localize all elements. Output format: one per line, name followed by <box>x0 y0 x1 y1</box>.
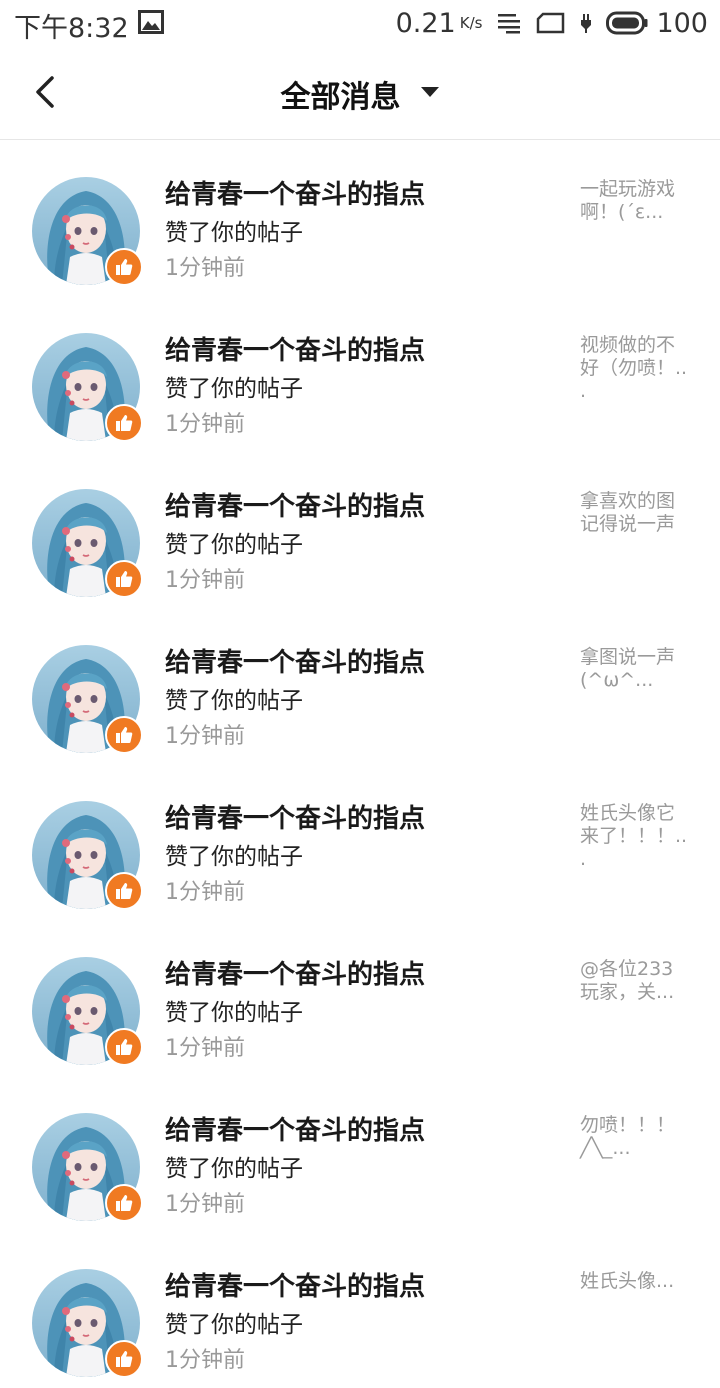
avatar-wrap <box>32 1113 143 1222</box>
charging-icon <box>580 12 592 34</box>
message-time: 1分钟前 <box>165 412 245 437</box>
post-preview: 视频做的不好（勿喷！.. . <box>580 334 688 402</box>
message-action: 赞了你的帖子 <box>165 220 303 246</box>
message-time: 1分钟前 <box>165 1192 245 1217</box>
thumbs-up-icon <box>105 404 143 442</box>
sender-name: 给青春一个奋斗的指点 <box>165 336 426 366</box>
status-time: 下午8:32 <box>14 13 129 44</box>
thumbs-up-icon <box>105 248 143 286</box>
avatar-wrap <box>32 489 143 598</box>
message-time: 1分钟前 <box>165 880 245 905</box>
thumbs-up-icon <box>105 872 143 910</box>
sender-name: 给青春一个奋斗的指点 <box>165 180 426 210</box>
message-time: 1分钟前 <box>165 256 245 281</box>
message-list: 给青春一个奋斗的指点 赞了你的帖子 1分钟前 一起玩游戏啊！(´ε... 给青春一个奋… <box>0 140 720 1388</box>
message-time: 1分钟前 <box>165 1348 245 1373</box>
message-item[interactable]: 给青春一个奋斗的指点赞了你的帖子 1分钟前 拿图说一声(^ω^... <box>0 608 720 764</box>
post-preview: 拿喜欢的图记得说一声 <box>580 490 676 535</box>
message-item[interactable]: 给青春一个奋斗的指点赞了你的帖子 1分钟前 勿喷！！！ ╱╲_... <box>0 1076 720 1232</box>
avatar-wrap <box>32 1269 143 1378</box>
post-preview: 勿喷！！！ ╱╲_... <box>580 1114 676 1159</box>
message-filter-dropdown[interactable]: 全部消息 <box>0 72 720 116</box>
post-preview: @各位233玩家，关... <box>580 958 675 1003</box>
message-item[interactable]: 给青春一个奋斗的指点赞了你的帖子 1分钟前 @各位233玩家，关... <box>0 920 720 1076</box>
message-action: 赞了你的帖子 <box>165 1312 303 1338</box>
page-title: 全部消息 <box>280 80 401 115</box>
message-action: 赞了你的帖子 <box>165 844 303 870</box>
sender-name: 给青春一个奋斗的指点 <box>165 960 426 990</box>
message-item[interactable]: 给青春一个奋斗的指点赞了你的帖子 1分钟前 视频做的不好（勿喷！.. . <box>0 296 720 452</box>
thumbs-up-icon <box>105 1184 143 1222</box>
caret-down-icon <box>420 84 440 103</box>
sender-name: 给青春一个奋斗的指点 <box>165 648 426 678</box>
message-item[interactable]: 给青春一个奋斗的指点赞了你的帖子 1分钟前 姓氏头像... <box>0 1232 720 1388</box>
message-item[interactable]: 给青春一个奋斗的指点赞了你的帖子 1分钟前 拿喜欢的图记得说一声 <box>0 452 720 608</box>
avatar-wrap <box>32 177 143 286</box>
post-preview: 姓氏头像... <box>580 1270 675 1292</box>
sender-name: 给青春一个奋斗的指点 <box>165 804 426 834</box>
post-preview: 姓氏头像它来了！！！.. . <box>580 802 688 870</box>
app-header: 全部消息 <box>0 46 720 140</box>
message-action: 赞了你的帖子 <box>165 688 303 714</box>
image-icon <box>138 10 164 38</box>
sim-card-icon <box>536 12 566 34</box>
message-action: 赞了你的帖子 <box>165 376 303 402</box>
message-time: 1分钟前 <box>165 724 245 749</box>
sender-name: 给青春一个奋斗的指点 <box>165 492 426 522</box>
message-action: 赞了你的帖子 <box>165 1156 303 1182</box>
battery-icon <box>606 11 648 35</box>
avatar-wrap <box>32 957 143 1066</box>
net-speed-unit: K/s <box>459 13 483 32</box>
battery-level: 100 <box>656 7 708 39</box>
net-speed-value: 0.21 <box>395 7 456 39</box>
message-item[interactable]: 给青春一个奋斗的指点赞了你的帖子 1分钟前 姓氏头像它来了！！！.. . <box>0 764 720 920</box>
thumbs-up-icon <box>105 1028 143 1066</box>
post-preview: 一起玩游戏啊！(´ε... <box>580 178 676 223</box>
thumbs-up-icon <box>105 716 143 754</box>
message-time: 1分钟前 <box>165 1036 245 1061</box>
message-time: 1分钟前 <box>165 568 245 593</box>
avatar-wrap <box>32 801 143 910</box>
message-action: 赞了你的帖子 <box>165 1000 303 1026</box>
thumbs-up-icon <box>105 1340 143 1378</box>
sender-name: 给青春一个奋斗的指点 <box>165 1116 426 1146</box>
message-action: 赞了你的帖子 <box>165 532 303 558</box>
avatar-wrap <box>32 333 143 442</box>
status-bar: 下午8:32 0.21 K/s 100 <box>0 0 720 46</box>
message-item[interactable]: 给青春一个奋斗的指点赞了你的帖子 1分钟前 一起玩游戏啊！(´ε... <box>0 140 720 296</box>
sender-name: 给青春一个奋斗的指点 <box>165 1272 426 1302</box>
menu-lines-icon <box>496 12 522 34</box>
post-preview: 拿图说一声(^ω^... <box>580 646 676 691</box>
avatar-wrap <box>32 645 143 754</box>
thumbs-up-icon <box>105 560 143 598</box>
